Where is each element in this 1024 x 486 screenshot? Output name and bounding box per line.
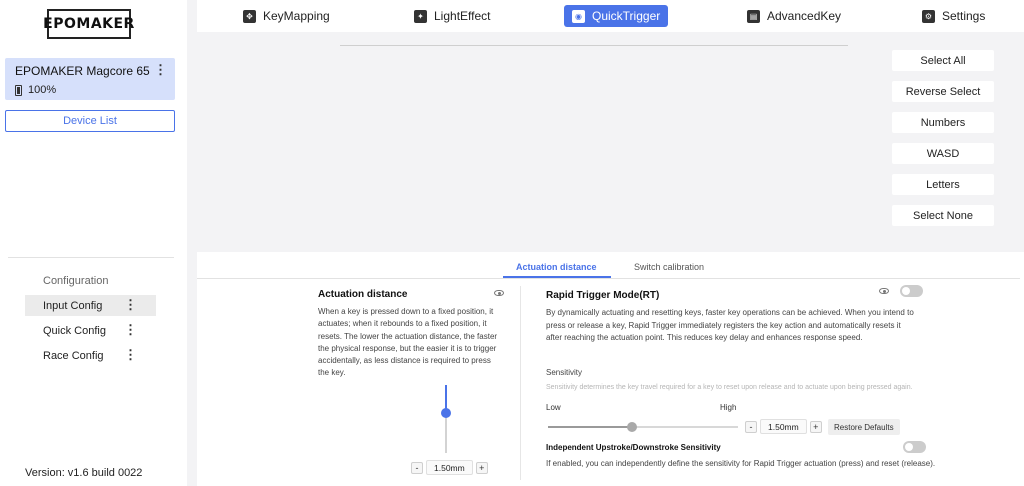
sensitivity-value[interactable]: 1.50mm xyxy=(760,419,807,434)
version-label: Version: v1.6 build 0022 xyxy=(25,467,143,479)
more-icon[interactable]: ⋮ xyxy=(124,347,137,363)
restore-defaults-button[interactable]: Restore Defaults xyxy=(828,419,900,435)
trigger-settings-panel: Actuation distance Switch calibration Ac… xyxy=(197,252,1024,486)
independent-sensitivity-toggle[interactable] xyxy=(903,441,926,453)
tab-settings[interactable]: ⚙ Settings xyxy=(914,5,993,27)
config-item-quick[interactable]: Quick Config ⋮ xyxy=(25,320,156,341)
device-more-icon[interactable]: ⋮ xyxy=(154,62,167,78)
quicktrigger-icon: ◉ xyxy=(572,9,585,23)
config-item-label: Quick Config xyxy=(43,324,106,337)
actuation-slider-thumb[interactable] xyxy=(441,408,451,418)
decrement-button[interactable]: - xyxy=(745,420,757,433)
sidebar: EPOMAKER EPOMAKER Magcore 65 ⋮ 100% Devi… xyxy=(0,0,187,486)
wasd-button[interactable]: WASD xyxy=(892,143,994,164)
device-name: EPOMAKER Magcore 65 xyxy=(15,64,150,78)
sensitivity-slider-fill xyxy=(548,426,633,428)
decrement-button[interactable]: - xyxy=(411,461,423,474)
lighteffect-icon: ✦ xyxy=(414,9,427,23)
actuation-stepper: - 1.50mm + xyxy=(411,460,488,475)
config-item-label: Race Config xyxy=(43,349,104,362)
letters-button[interactable]: Letters xyxy=(892,174,994,195)
config-item-input[interactable]: Input Config ⋮ xyxy=(25,295,156,316)
independent-sensitivity-title: Independent Upstroke/Downstroke Sensitiv… xyxy=(546,443,721,452)
rapid-trigger-toggle[interactable] xyxy=(900,285,923,297)
sidebar-divider xyxy=(8,257,174,258)
battery-icon xyxy=(15,84,22,96)
actuation-title: Actuation distance xyxy=(318,289,408,300)
subtab-switch-calibration[interactable]: Switch calibration xyxy=(634,262,704,272)
keymapping-icon: ✥ xyxy=(243,9,256,23)
numbers-button[interactable]: Numbers xyxy=(892,112,994,133)
actuation-description: When a key is pressed down to a fixed po… xyxy=(318,307,498,378)
low-label: Low xyxy=(546,403,561,412)
battery-status: 100% xyxy=(15,84,56,96)
high-label: High xyxy=(720,403,737,412)
subtab-actuation-distance[interactable]: Actuation distance xyxy=(516,262,597,272)
epomaker-logo: EPOMAKER xyxy=(43,9,134,39)
tab-label: LightEffect xyxy=(434,9,491,23)
config-item-race[interactable]: Race Config ⋮ xyxy=(25,345,156,366)
keyboard-divider xyxy=(340,45,848,46)
keyboard-icon: ▤ xyxy=(747,9,760,23)
reverse-select-button[interactable]: Reverse Select xyxy=(892,81,994,102)
select-none-button[interactable]: Select None xyxy=(892,205,994,226)
tab-advancedkey[interactable]: ▤ AdvancedKey xyxy=(739,5,849,27)
config-item-label: Input Config xyxy=(43,299,103,312)
increment-button[interactable]: + xyxy=(809,420,822,433)
rapid-trigger-description: By dynamically actuating and resetting k… xyxy=(546,308,914,342)
independent-sensitivity-description: If enabled, you can independently define… xyxy=(546,459,936,468)
tab-label: QuickTrigger xyxy=(592,9,661,23)
tab-label: KeyMapping xyxy=(263,9,330,23)
battery-level: 100% xyxy=(28,84,57,96)
keyboard-area: Select All Reverse Select Numbers WASD L… xyxy=(197,32,1024,248)
panel-divider xyxy=(520,286,521,480)
sensitivity-slider-thumb[interactable] xyxy=(627,422,637,432)
configuration-heading: Configuration xyxy=(43,275,109,287)
select-all-button[interactable]: Select All xyxy=(892,50,994,71)
tab-label: Settings xyxy=(942,9,986,23)
actuation-value[interactable]: 1.50mm xyxy=(426,460,473,475)
sensitivity-stepper: - 1.50mm + xyxy=(745,419,822,434)
tab-label: AdvancedKey xyxy=(767,9,842,23)
sensitivity-description: Sensitivity determines the key travel re… xyxy=(546,384,913,391)
tab-lighteffect[interactable]: ✦ LightEffect xyxy=(406,5,498,27)
eye-icon[interactable] xyxy=(879,288,889,294)
gear-icon: ⚙ xyxy=(922,9,935,23)
rapid-trigger-title: Rapid Trigger Mode(RT) xyxy=(546,290,660,301)
tab-keymapping[interactable]: ✥ KeyMapping xyxy=(235,5,338,27)
sensitivity-label: Sensitivity xyxy=(546,368,583,377)
subtab-divider xyxy=(197,278,1020,279)
top-navigation: ✥ KeyMapping ✦ LightEffect ◉ QuickTrigge… xyxy=(197,0,1024,32)
device-card[interactable]: EPOMAKER Magcore 65 ⋮ 100% xyxy=(5,58,175,100)
eye-icon[interactable] xyxy=(494,290,504,296)
device-list-button[interactable]: Device List xyxy=(5,110,175,132)
more-icon[interactable]: ⋮ xyxy=(124,297,137,313)
tab-quicktrigger[interactable]: ◉ QuickTrigger xyxy=(564,5,669,27)
more-icon[interactable]: ⋮ xyxy=(124,322,137,338)
increment-button[interactable]: + xyxy=(475,461,488,474)
